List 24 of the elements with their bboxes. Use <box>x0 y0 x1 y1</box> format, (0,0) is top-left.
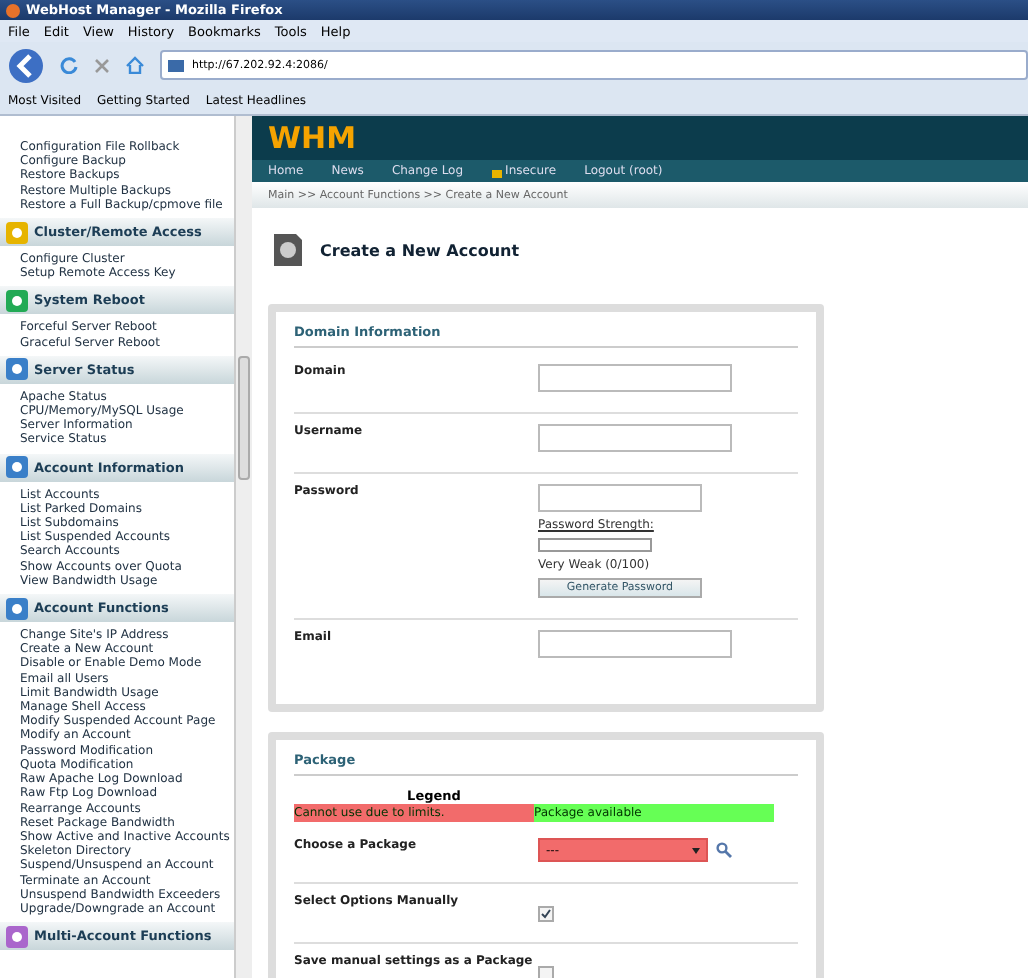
site-icon <box>168 59 184 71</box>
section-icon <box>6 597 28 620</box>
back-icon[interactable] <box>8 47 44 83</box>
browser-icon <box>6 3 20 17</box>
section-icon <box>6 221 28 244</box>
checkbox[interactable] <box>538 906 554 922</box>
section-icon <box>6 456 28 479</box>
page-icon <box>272 232 304 268</box>
text-field[interactable] <box>538 630 732 658</box>
checkbox[interactable] <box>538 966 554 978</box>
password-field[interactable] <box>538 484 702 512</box>
section-icon <box>6 358 28 381</box>
search-icon[interactable] <box>716 842 732 858</box>
reload-icon[interactable] <box>60 56 78 74</box>
section-icon <box>6 289 28 312</box>
text-field[interactable] <box>538 364 732 392</box>
page-title: Create a New Account <box>320 241 520 259</box>
home-icon[interactable] <box>126 56 144 74</box>
dropdown-arrow-icon <box>692 847 700 853</box>
lock-icon <box>491 165 502 177</box>
section-icon <box>6 925 28 948</box>
logo: WHM <box>268 120 357 156</box>
stop-icon[interactable] <box>94 57 110 73</box>
text-field[interactable] <box>538 424 732 452</box>
